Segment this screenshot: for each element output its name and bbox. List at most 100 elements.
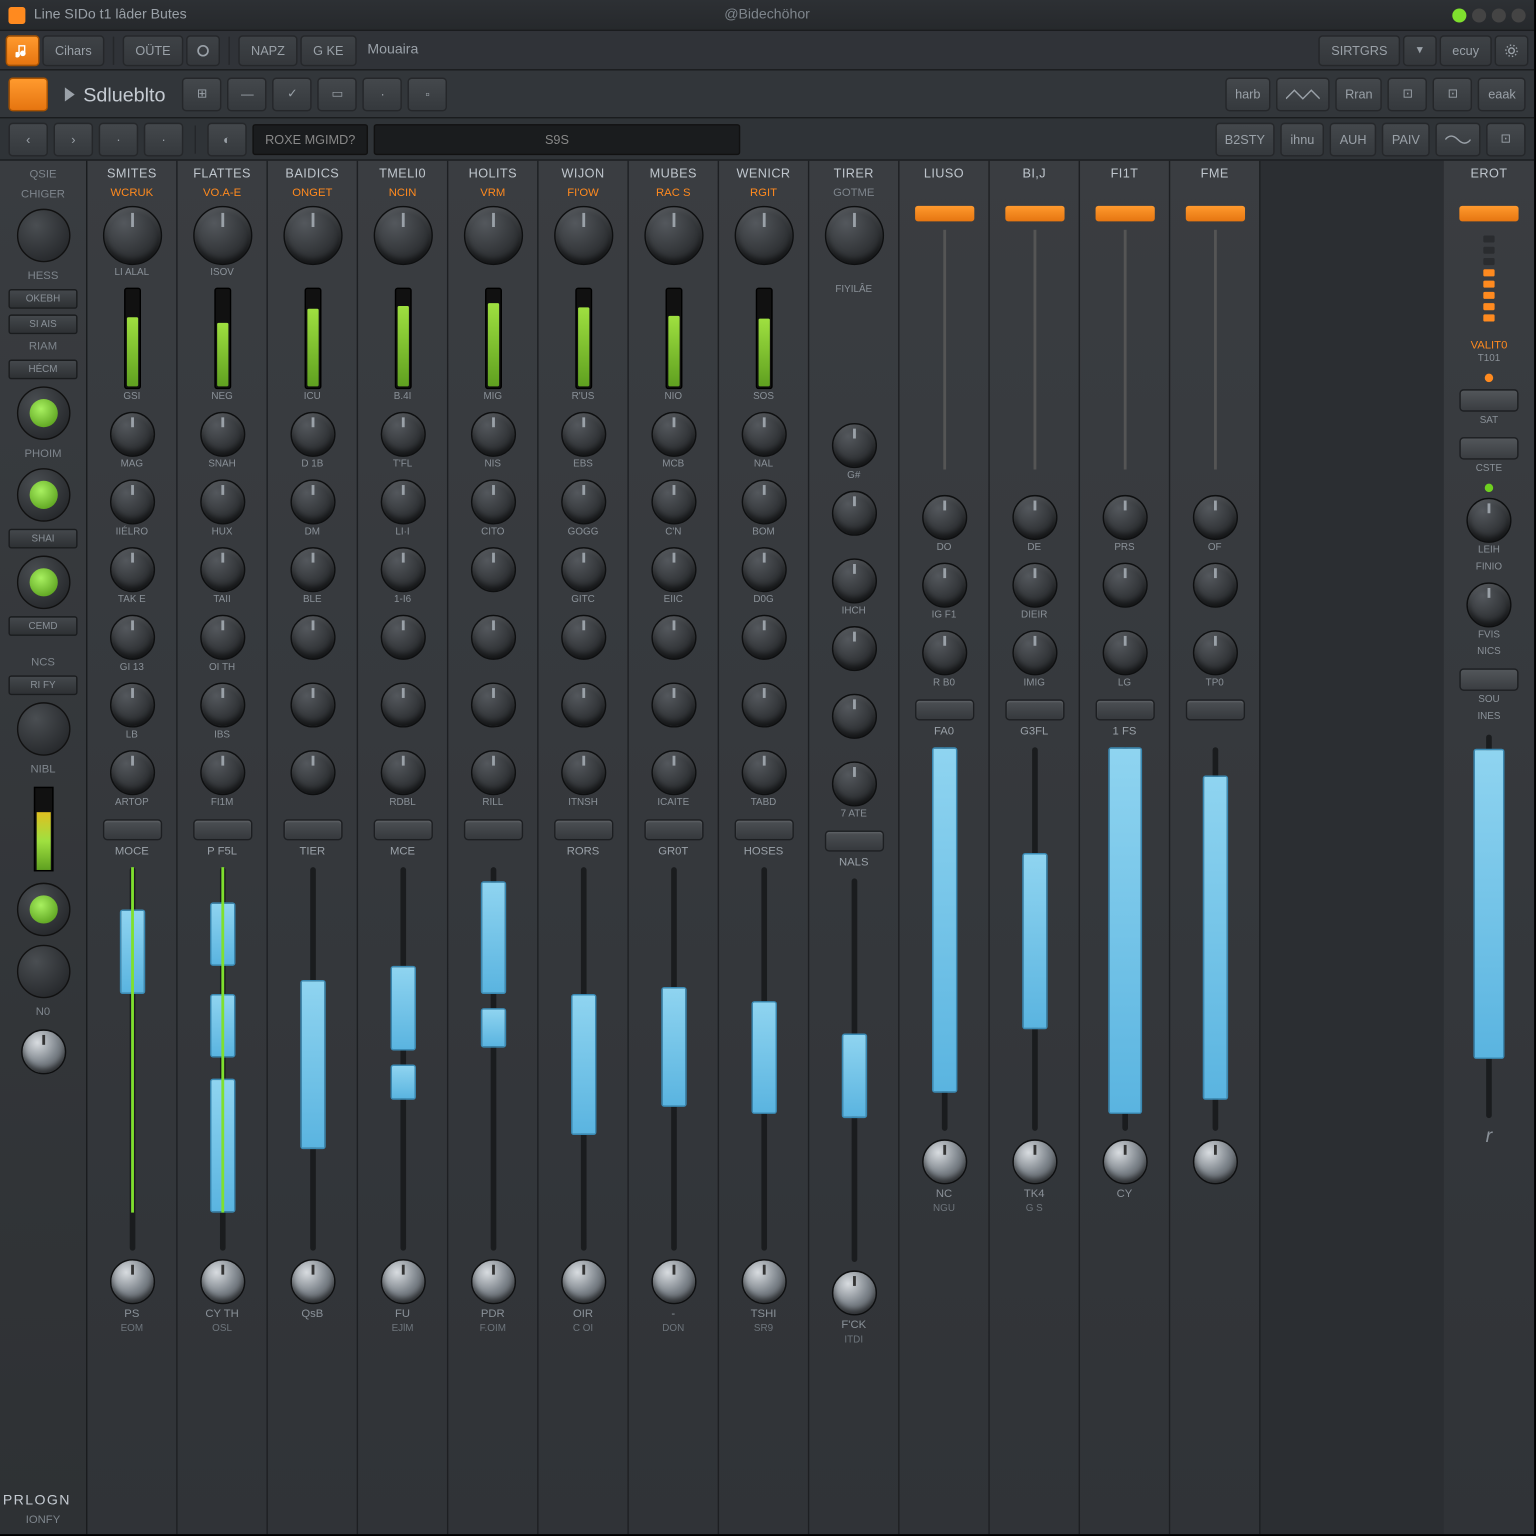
t3-btn-b[interactable]: › (54, 122, 93, 156)
eq-knob-4[interactable] (651, 682, 696, 727)
eq-knob-4[interactable] (290, 682, 335, 727)
gain-knob[interactable] (734, 206, 793, 265)
minimize-button[interactable] (1472, 8, 1486, 22)
tool-btn-c[interactable]: ✓ (273, 77, 312, 111)
mute-button[interactable] (1005, 699, 1064, 720)
side-btn-0[interactable]: OKEBH (8, 289, 77, 309)
mute-button[interactable] (914, 699, 973, 720)
pan-knob[interactable] (470, 1259, 515, 1304)
mute-button[interactable] (1185, 699, 1244, 720)
menu-item-2[interactable]: NAPZ (238, 35, 297, 66)
t3-right-4[interactable] (1435, 122, 1480, 156)
pan-knob[interactable] (741, 1259, 786, 1304)
eq-knob-5[interactable] (470, 750, 515, 795)
eq-knob-2[interactable] (921, 630, 966, 675)
tool-btn-e[interactable]: · (363, 77, 402, 111)
side-knob-0[interactable] (16, 209, 70, 263)
gain-knob[interactable] (644, 206, 703, 265)
channel-fader[interactable] (809, 873, 898, 1268)
side-knob-3[interactable] (16, 556, 70, 610)
pan-knob[interactable] (109, 1259, 154, 1304)
eq-knob-5[interactable] (560, 750, 605, 795)
eq-knob-4[interactable] (741, 682, 786, 727)
channel-pill[interactable] (1095, 206, 1154, 222)
gain-knob[interactable] (283, 206, 342, 265)
side-btn-4[interactable]: CEMD (8, 616, 77, 636)
eq-knob-0[interactable] (651, 412, 696, 457)
channel-fader[interactable] (448, 862, 537, 1257)
eq-knob-3[interactable] (109, 615, 154, 660)
eq-knob-0[interactable] (921, 495, 966, 540)
tool-btn-b[interactable]: — (228, 77, 267, 111)
menu-home-button[interactable] (6, 35, 40, 66)
eq-knob-4[interactable] (470, 682, 515, 727)
eq-knob-1[interactable] (1012, 563, 1057, 608)
tool-right-g1[interactable]: ⊡ (1388, 77, 1427, 111)
mute-button[interactable] (283, 819, 342, 840)
eq-knob-0[interactable] (1102, 495, 1147, 540)
eq-knob-2[interactable] (109, 547, 154, 592)
channel-fader[interactable] (358, 862, 447, 1257)
menu-reload-button[interactable] (186, 35, 220, 66)
pan-knob[interactable] (560, 1259, 605, 1304)
menu-right-1[interactable]: ecuy (1440, 35, 1492, 66)
eq-knob-3[interactable] (200, 615, 245, 660)
maximize-button[interactable] (1492, 8, 1506, 22)
tool-right-0[interactable]: harb (1225, 77, 1270, 111)
pan-knob[interactable] (831, 1270, 876, 1315)
eq-knob-4[interactable] (200, 682, 245, 727)
gain-knob[interactable] (824, 206, 883, 265)
t3-right-1[interactable]: ihnu (1280, 122, 1324, 156)
side-knob-6[interactable] (16, 945, 70, 999)
side-btn-5[interactable]: RI FY (8, 675, 77, 695)
tool-right-2[interactable]: eaak (1478, 77, 1525, 111)
master-fader[interactable] (1449, 729, 1528, 1124)
channel-fader[interactable] (539, 862, 628, 1257)
menu-item-0[interactable]: Cihars (42, 35, 104, 66)
eq-knob-0[interactable] (1192, 495, 1237, 540)
eq-knob-2[interactable] (560, 547, 605, 592)
side-pan-knob[interactable] (20, 1029, 65, 1074)
eq-knob-3[interactable] (290, 615, 335, 660)
channel-fader[interactable] (629, 862, 718, 1257)
eq-knob-3[interactable] (741, 615, 786, 660)
gain-knob[interactable] (463, 206, 522, 265)
eq-knob-2[interactable] (470, 547, 515, 592)
eq-knob-5[interactable] (290, 750, 335, 795)
mute-button[interactable] (734, 819, 793, 840)
gain-knob[interactable] (373, 206, 432, 265)
eq-knob-0[interactable] (380, 412, 425, 457)
preset-display[interactable]: ROXE MGIMD? (252, 123, 368, 154)
eq-knob-1[interactable] (921, 563, 966, 608)
eq-knob-1[interactable] (741, 479, 786, 524)
eq-knob-2[interactable] (1102, 630, 1147, 675)
master-knob-0[interactable] (1466, 498, 1511, 543)
master-btn-2[interactable] (1459, 668, 1518, 691)
eq-knob-1[interactable] (1102, 563, 1147, 608)
eq-knob-2[interactable] (831, 558, 876, 603)
tool-btn-f[interactable]: ▫ (408, 77, 447, 111)
gain-knob[interactable] (102, 206, 161, 265)
eq-knob-0[interactable] (290, 412, 335, 457)
channel-fader[interactable] (1170, 742, 1259, 1137)
eq-knob-1[interactable] (831, 491, 876, 536)
menu-right-0[interactable]: SIRTGRS (1319, 35, 1401, 66)
mute-button[interactable] (463, 819, 522, 840)
tool-right-g2[interactable]: ⊡ (1433, 77, 1472, 111)
t3-right-2[interactable]: AUH (1330, 122, 1377, 156)
eq-knob-1[interactable] (290, 479, 335, 524)
menu-item-3[interactable]: G KE (300, 35, 356, 66)
tool-btn-d[interactable]: ▭ (318, 77, 357, 111)
side-knob-1[interactable] (16, 386, 70, 440)
eq-knob-2[interactable] (380, 547, 425, 592)
side-knob-2[interactable] (16, 468, 70, 522)
eq-knob-5[interactable] (831, 761, 876, 806)
gain-knob[interactable] (553, 206, 612, 265)
eq-knob-1[interactable] (470, 479, 515, 524)
t3-btn-a[interactable]: ‹ (8, 122, 47, 156)
channel-fader[interactable] (87, 862, 176, 1257)
side-knob-4[interactable] (16, 702, 70, 756)
channel-pill[interactable] (1185, 206, 1244, 222)
eq-knob-5[interactable] (741, 750, 786, 795)
eq-knob-0[interactable] (831, 423, 876, 468)
